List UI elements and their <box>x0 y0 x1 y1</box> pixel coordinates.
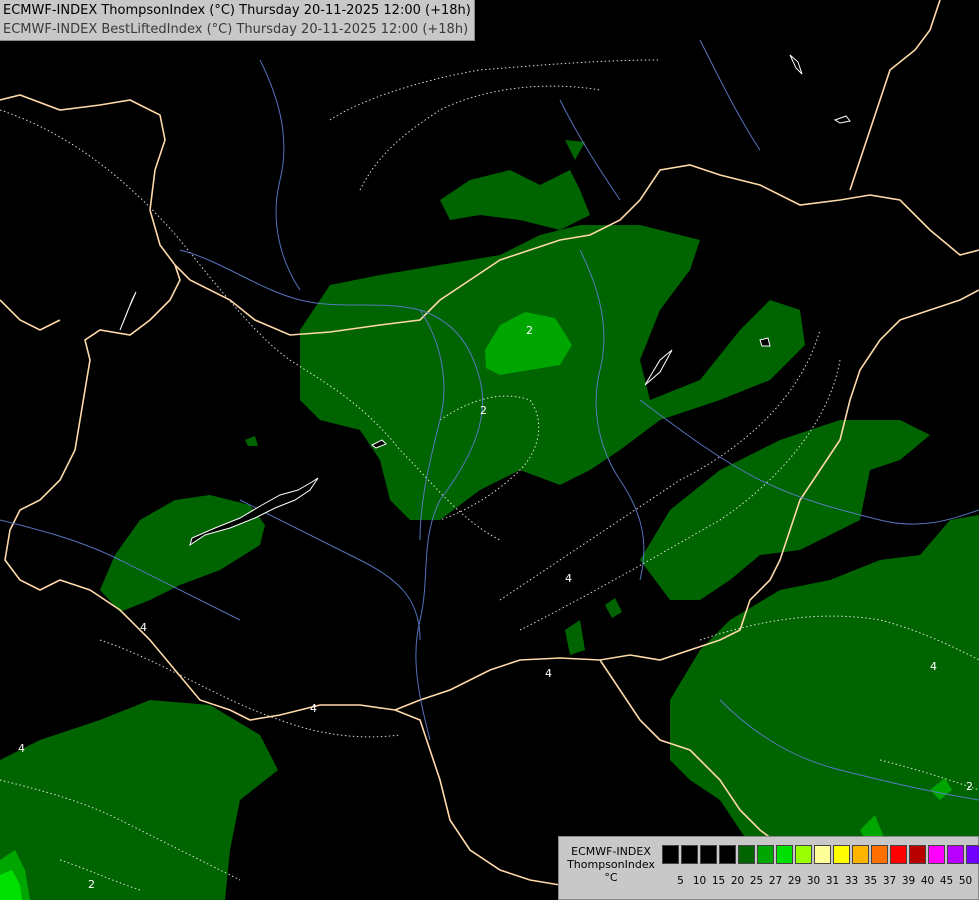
legend-tick-label: 25 <box>749 875 764 887</box>
contour-label: 4 <box>565 572 572 585</box>
legend-tick-label: 29 <box>787 875 802 887</box>
legend-swatch <box>947 845 964 864</box>
legend-swatch <box>890 845 907 864</box>
legend-swatch <box>738 845 755 864</box>
legend-field: ThompsonIndex <box>567 858 655 871</box>
contour-label: 4 <box>545 667 552 680</box>
legend-swatch <box>795 845 812 864</box>
legend-tick-label: 35 <box>863 875 878 887</box>
contour-label: 4 <box>18 742 25 755</box>
thompson-index-title: ECMWF-INDEX ThompsonIndex (°C) Thursday … <box>3 3 471 18</box>
legend-swatch <box>814 845 831 864</box>
contour-label: 2 <box>88 878 95 891</box>
legend-ticks: 51015202527293031333537394045505560 <box>671 875 979 887</box>
legend-tick-label: 37 <box>882 875 897 887</box>
color-legend: ECMWF-INDEX ThompsonIndex °C 5 10 15 20 25 27… <box>558 836 979 900</box>
contour-label: 2 <box>526 324 533 337</box>
legend-swatch <box>928 845 945 864</box>
weather-map: 2 2 4 4 4 4 2 4 2 4 <box>0 0 979 900</box>
legend-label: ECMWF-INDEX ThompsonIndex °C <box>563 845 659 884</box>
legend-tick-label: 20 <box>730 875 745 887</box>
contour-label: 4 <box>930 660 937 673</box>
legend-swatch <box>681 845 698 864</box>
legend-tick-label: 5 <box>677 875 684 887</box>
contour-label: 4 <box>310 702 317 715</box>
legend-model: ECMWF-INDEX <box>571 845 651 858</box>
legend-tick-label: 31 <box>825 875 840 887</box>
legend-tick-label: 10 <box>692 875 707 887</box>
legend-swatch <box>719 845 736 864</box>
legend-tick-label: 33 <box>844 875 859 887</box>
contour-label: 2 <box>480 404 487 417</box>
legend-tick-label: 27 <box>768 875 783 887</box>
legend-tick-label: 30 <box>806 875 821 887</box>
legend-tick-label: 39 <box>901 875 916 887</box>
legend-swatch <box>852 845 869 864</box>
lake-small <box>759 337 771 347</box>
contour-label: 2 <box>966 780 973 793</box>
legend-tick-label: 15 <box>711 875 726 887</box>
legend-swatches <box>662 845 979 864</box>
legend-swatch <box>776 845 793 864</box>
legend-tick-label: 40 <box>920 875 935 887</box>
legend-tick-label: 50 <box>958 875 973 887</box>
legend-swatch <box>833 845 850 864</box>
legend-swatch <box>909 845 926 864</box>
lifted-index-title: ECMWF-INDEX BestLiftedIndex (°C) Thursda… <box>3 22 469 37</box>
contour-label: 4 <box>140 621 147 634</box>
legend-swatch <box>662 845 679 864</box>
legend-swatch <box>700 845 717 864</box>
legend-tick-label: 55 <box>975 875 979 887</box>
legend-swatch <box>757 845 774 864</box>
legend-swatch <box>966 845 979 864</box>
legend-unit: °C <box>604 871 618 884</box>
legend-tick-label: 45 <box>939 875 954 887</box>
map-title-box: ECMWF-INDEX ThompsonIndex (°C) Thursday … <box>0 0 475 41</box>
legend-swatch <box>871 845 888 864</box>
